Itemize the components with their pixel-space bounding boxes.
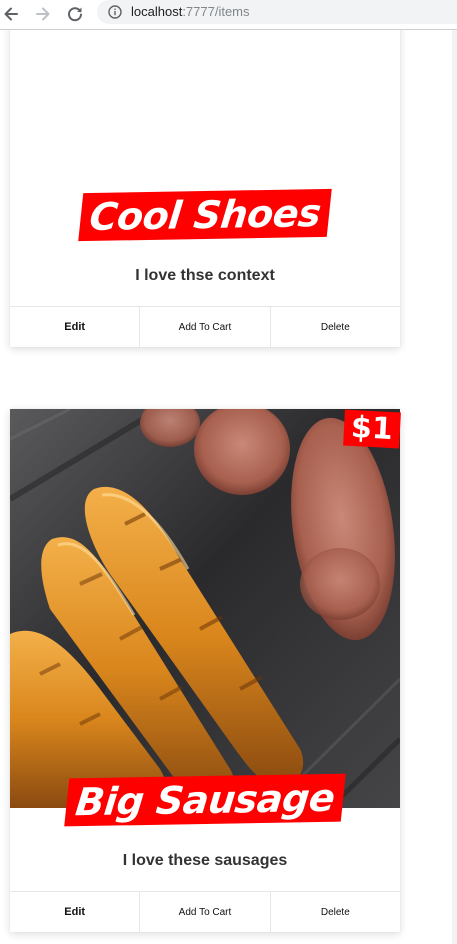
item-image-blank <box>10 0 400 205</box>
address-bar[interactable]: localhost:7777/items <box>97 0 457 24</box>
url-text[interactable]: localhost:7777/items <box>131 4 250 20</box>
add-to-cart-button[interactable]: Add To Cart <box>139 307 270 347</box>
delete-button[interactable]: Delete <box>269 892 400 932</box>
page-scroll-strip <box>452 30 457 944</box>
edit-button[interactable]: Edit <box>10 307 140 347</box>
url-host: localhost <box>131 4 183 19</box>
edit-button[interactable]: Edit <box>10 892 140 932</box>
item-button-list: Edit Add To Cart Delete <box>10 306 400 347</box>
item-title[interactable]: Big Sausage <box>64 773 346 827</box>
item-title[interactable]: Cool Shoes <box>78 188 332 242</box>
back-arrow-icon[interactable] <box>0 3 22 25</box>
info-circle-icon[interactable] <box>108 5 122 19</box>
item-description: I love these sausages <box>122 852 288 869</box>
sausage-image <box>10 409 400 808</box>
item-card: Cool Shoes I love thse context Edit Add … <box>10 0 400 347</box>
reload-icon[interactable] <box>64 3 86 25</box>
forward-arrow-icon[interactable] <box>32 3 54 25</box>
item-description: I love thse context <box>135 267 275 284</box>
item-button-list: Edit Add To Cart Delete <box>10 891 400 932</box>
browser-toolbar: localhost:7777/items <box>0 0 457 30</box>
add-to-cart-button[interactable]: Add To Cart <box>139 892 270 932</box>
url-path: :7777/items <box>182 4 250 19</box>
item-card: $1 Big Sausage I love these sausages Edi… <box>10 409 401 932</box>
item-title-wrap: Cool Shoes <box>10 188 400 242</box>
item-price-tag: $1 <box>343 409 401 449</box>
item-image[interactable] <box>10 409 400 808</box>
item-title-wrap: Big Sausage <box>10 773 400 827</box>
delete-button[interactable]: Delete <box>269 307 400 347</box>
items-page: localhost:7777/items Cool Shoes I love t… <box>0 0 457 944</box>
